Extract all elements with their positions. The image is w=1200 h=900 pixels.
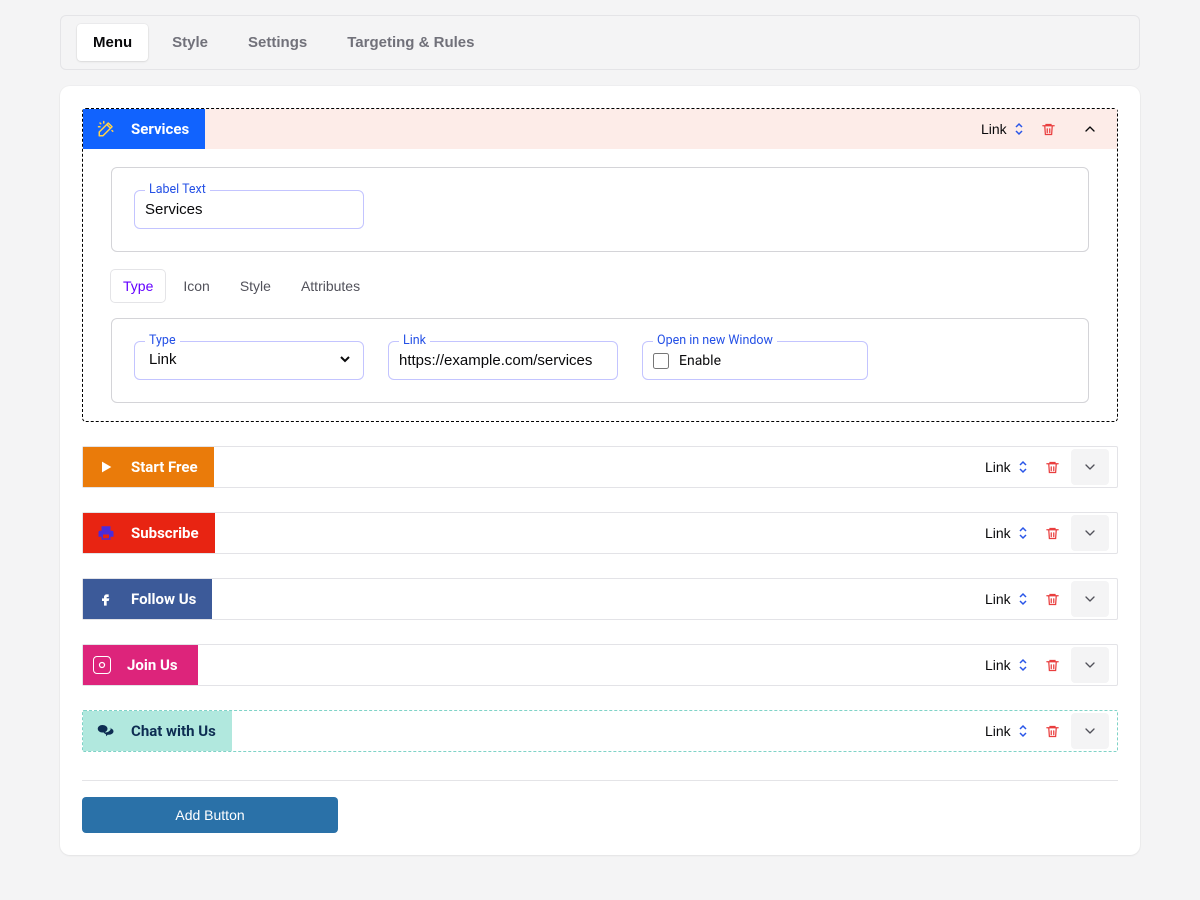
drag-handle[interactable]: Follow Us	[83, 579, 212, 619]
menu-item-controls: Link	[979, 447, 1117, 487]
delete-button[interactable]	[1033, 515, 1071, 551]
top-tabs: Menu Style Settings Targeting & Rules	[60, 15, 1140, 70]
menu-item-controls: Link	[975, 109, 1117, 149]
delete-button[interactable]	[1033, 647, 1071, 683]
type-select[interactable]: Link	[979, 717, 1033, 745]
menu-item-label: Services	[131, 120, 189, 138]
subtab-attributes[interactable]: Attributes	[289, 270, 372, 302]
subtabs: Type Icon Style Attributes	[111, 270, 1089, 302]
menu-item-subscribe: Subscribe Link	[82, 512, 1118, 554]
expand-button[interactable]	[1071, 515, 1109, 551]
type-settings-card: Type Link Link Open in new Window Enable	[111, 318, 1089, 403]
collapse-button[interactable]	[1071, 111, 1109, 147]
drag-handle[interactable]: Services	[83, 109, 205, 149]
drag-handle[interactable]: Chat with Us	[83, 711, 232, 751]
field-legend: Label Text	[145, 182, 210, 197]
chat-icon	[97, 722, 115, 740]
tab-menu[interactable]: Menu	[77, 24, 148, 61]
expand-button[interactable]	[1071, 581, 1109, 617]
label-text-input[interactable]	[145, 201, 353, 218]
menu-item-join-us: Join Us Link	[82, 644, 1118, 686]
add-button[interactable]: Add Button	[82, 797, 338, 833]
type-select-input[interactable]: Link	[979, 519, 1033, 547]
magic-wand-icon	[97, 120, 115, 138]
open-new-window-field[interactable]: Open in new Window Enable	[642, 341, 868, 380]
field-legend: Open in new Window	[653, 333, 777, 348]
type-select[interactable]: Link	[979, 453, 1033, 481]
menu-builder-card: Services Link	[60, 86, 1140, 855]
field-legend: Link	[399, 333, 430, 348]
field-legend: Type	[145, 333, 180, 348]
subtab-style[interactable]: Style	[228, 270, 283, 302]
menu-item-controls: Link	[979, 579, 1117, 619]
subtab-type[interactable]: Type	[111, 270, 165, 302]
menu-item-editor: Label Text Type Icon Style Attributes Ty…	[83, 149, 1117, 421]
tab-style[interactable]: Style	[156, 24, 224, 61]
type-field-select[interactable]: Link	[145, 350, 353, 369]
menu-item-services: Services Link	[82, 108, 1118, 422]
label-text-field[interactable]: Label Text	[134, 190, 364, 229]
menu-item-follow-us: Follow Us Link	[82, 578, 1118, 620]
open-new-window-checkbox[interactable]	[653, 353, 669, 369]
label-field-card: Label Text	[111, 167, 1089, 252]
delete-button[interactable]	[1029, 111, 1067, 147]
menu-item-controls: Link	[979, 645, 1117, 685]
checkbox-label: Enable	[679, 353, 721, 369]
type-select[interactable]: Link	[979, 585, 1033, 613]
menu-item-chat-with-us: Chat with Us Link	[82, 710, 1118, 752]
menu-item-controls: Link	[979, 513, 1117, 553]
tab-settings[interactable]: Settings	[232, 24, 323, 61]
menu-item-header: Services Link	[83, 109, 1117, 149]
play-icon	[97, 458, 115, 476]
printer-icon	[97, 524, 115, 542]
delete-button[interactable]	[1033, 713, 1071, 749]
delete-button[interactable]	[1033, 581, 1071, 617]
menu-item-controls: Link	[979, 711, 1117, 751]
expand-button[interactable]	[1071, 713, 1109, 749]
type-select[interactable]: Link	[975, 115, 1029, 143]
delete-button[interactable]	[1033, 449, 1071, 485]
type-select-input[interactable]: Link	[975, 115, 1029, 143]
menu-item-label: Follow Us	[131, 590, 196, 608]
expand-button[interactable]	[1071, 449, 1109, 485]
menu-item-label: Chat with Us	[131, 722, 216, 740]
drag-handle[interactable]: Start Free	[83, 447, 214, 487]
menu-item-label: Subscribe	[131, 524, 199, 542]
drag-handle[interactable]: Subscribe	[83, 513, 215, 553]
link-input[interactable]	[399, 352, 607, 369]
link-field[interactable]: Link	[388, 341, 618, 380]
menu-item-label: Start Free	[131, 458, 198, 476]
type-select[interactable]: Link	[979, 651, 1033, 679]
type-select-input[interactable]: Link	[979, 651, 1033, 679]
type-select-input[interactable]: Link	[979, 717, 1033, 745]
type-select-input[interactable]: Link	[979, 453, 1033, 481]
instagram-icon	[93, 656, 111, 674]
type-field[interactable]: Type Link	[134, 341, 364, 380]
subtab-icon[interactable]: Icon	[171, 270, 221, 302]
facebook-icon	[97, 590, 115, 608]
type-select[interactable]: Link	[979, 519, 1033, 547]
menu-item-start-free: Start Free Link	[82, 446, 1118, 488]
tab-targeting[interactable]: Targeting & Rules	[331, 24, 490, 61]
menu-item-label: Join Us	[127, 656, 178, 674]
divider	[82, 780, 1118, 781]
expand-button[interactable]	[1071, 647, 1109, 683]
drag-handle[interactable]: Join Us	[83, 645, 198, 685]
type-select-input[interactable]: Link	[979, 585, 1033, 613]
